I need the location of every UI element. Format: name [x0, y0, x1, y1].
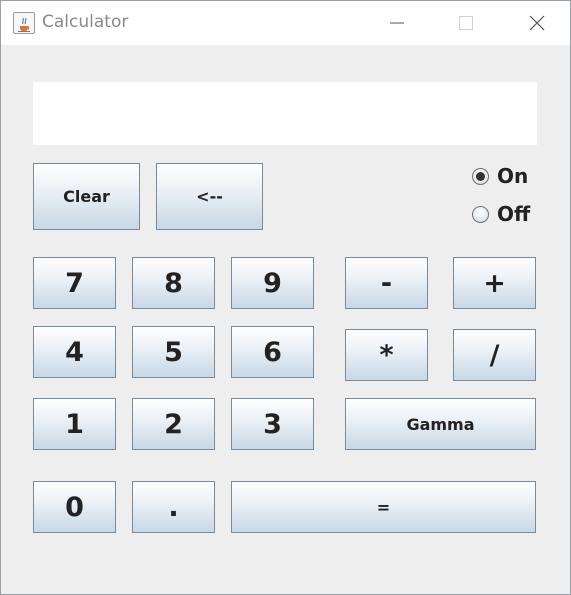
- decimal-point-button[interactable]: .: [132, 481, 215, 533]
- key-9[interactable]: 9: [231, 257, 314, 309]
- backspace-button[interactable]: <--: [156, 163, 263, 230]
- plus-button[interactable]: +: [453, 257, 536, 309]
- calculator-window: Calculator Clear <-- On Off 7 8 9 - + 4 …: [0, 0, 571, 595]
- close-icon: [529, 15, 545, 31]
- key-1[interactable]: 1: [33, 398, 116, 450]
- power-off-label: Off: [497, 202, 531, 226]
- maximize-button[interactable]: [443, 1, 489, 45]
- radio-unselected-icon: [472, 205, 489, 223]
- power-on-label: On: [497, 164, 529, 188]
- radio-selected-icon: [472, 167, 489, 185]
- multiply-button[interactable]: *: [345, 329, 428, 381]
- key-2[interactable]: 2: [132, 398, 215, 450]
- key-8[interactable]: 8: [132, 257, 215, 309]
- clear-button[interactable]: Clear: [33, 163, 140, 230]
- divide-button[interactable]: /: [453, 329, 536, 381]
- gamma-button[interactable]: Gamma: [345, 398, 536, 450]
- calculator-display[interactable]: [33, 82, 537, 145]
- key-6[interactable]: 6: [231, 326, 314, 378]
- maximize-icon: [459, 16, 473, 30]
- key-4[interactable]: 4: [33, 326, 116, 378]
- key-7[interactable]: 7: [33, 257, 116, 309]
- window-title: Calculator: [42, 12, 129, 32]
- minimize-icon: [390, 22, 404, 24]
- minus-button[interactable]: -: [345, 257, 428, 309]
- close-button[interactable]: [514, 1, 560, 45]
- power-on-radio[interactable]: On: [472, 164, 528, 188]
- power-off-radio[interactable]: Off: [472, 202, 530, 226]
- java-coffee-icon: [13, 12, 35, 34]
- key-0[interactable]: 0: [33, 481, 116, 533]
- key-3[interactable]: 3: [231, 398, 314, 450]
- title-bar: Calculator: [1, 1, 570, 45]
- minimize-button[interactable]: [374, 1, 420, 45]
- key-5[interactable]: 5: [132, 326, 215, 378]
- equals-button[interactable]: =: [231, 481, 536, 533]
